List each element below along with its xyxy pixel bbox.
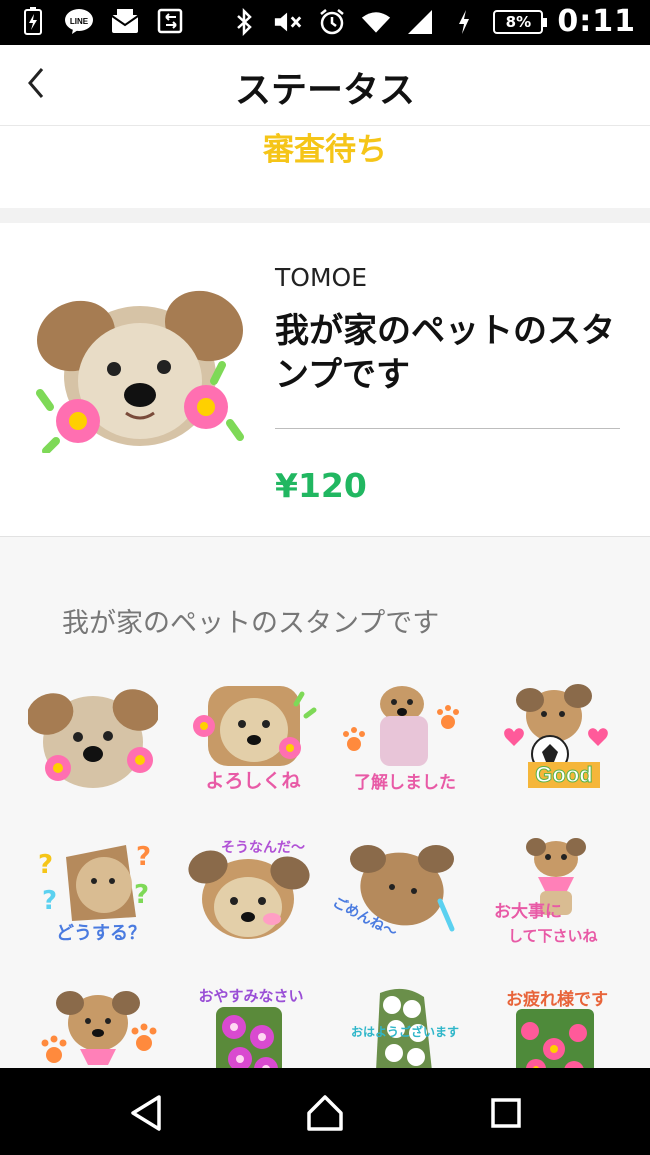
sticker-caption: 了解しました: [354, 773, 456, 793]
screen-share-icon: [156, 6, 186, 36]
sticker-caption-line2: して下さいね: [508, 927, 598, 945]
sticker-item[interactable]: [36, 987, 166, 1068]
sticker-item[interactable]: そうなんだ～: [186, 837, 316, 957]
review-status: 審査待ち: [263, 132, 387, 168]
battery-charging-icon: [18, 6, 48, 36]
sticker-item[interactable]: お大事に して下さいね: [494, 837, 624, 957]
nav-recents-button[interactable]: [481, 1088, 531, 1138]
sticker-item[interactable]: おはようございます: [340, 987, 470, 1068]
svg-text:LINE: LINE: [70, 17, 89, 26]
page-title: ステータス: [234, 70, 415, 111]
sticker-caption: お疲れ様です: [506, 990, 608, 1010]
triangle-back-icon: [131, 1095, 161, 1131]
info-divider: [275, 428, 620, 429]
sticker-caption: どうする？: [56, 923, 146, 944]
charging-bolt-icon: [449, 7, 479, 37]
package-description: 我が家のペットのスタンプです: [62, 608, 440, 639]
sticker-caption: よろしくね: [205, 770, 301, 792]
alarm-icon: [317, 7, 347, 37]
mail-icon: [110, 6, 140, 36]
sticker-caption: Good: [528, 762, 600, 788]
line-app-icon: LINE: [64, 6, 94, 36]
home-icon: [307, 1095, 343, 1131]
sticker-caption: お大事に: [494, 902, 562, 922]
section-divider: [0, 208, 650, 223]
sticker-item[interactable]: 了解しました: [340, 682, 470, 802]
svg-text:?: ?: [42, 886, 57, 916]
signal-icon: [405, 7, 435, 37]
main-sticker-image: [36, 281, 244, 455]
square-recents-icon: [491, 1098, 521, 1128]
sticker-item[interactable]: [28, 682, 158, 802]
sticker-grid-section: 我が家のペットのスタンプです よろしくね 了解しました Good ? ? ? ?…: [0, 537, 650, 1068]
bluetooth-icon: [229, 7, 259, 37]
review-status-section: 審査待ち: [0, 126, 650, 208]
author-name: TOMOE: [275, 263, 367, 292]
sticker-item[interactable]: Good: [496, 682, 626, 802]
sticker-package-info: TOMOE 我が家のペットのスタンプです ¥120: [0, 223, 650, 537]
app-header: ステータス: [0, 45, 650, 126]
system-navigation-bar: [0, 1068, 650, 1155]
package-price: ¥120: [275, 466, 367, 505]
battery-level: 8%: [493, 9, 548, 34]
sticker-item[interactable]: ? ? ? ? どうする？: [36, 837, 166, 957]
sticker-caption: そうなんだ～: [221, 840, 305, 856]
sticker-caption: おはようございます: [350, 1025, 459, 1039]
sticker-item[interactable]: よろしくね: [188, 682, 318, 802]
nav-back-button[interactable]: [120, 1088, 170, 1138]
svg-text:?: ?: [38, 850, 53, 880]
svg-text:?: ?: [134, 880, 149, 910]
svg-text:?: ?: [136, 842, 151, 872]
status-bar: LINE 8% 0:11: [0, 0, 650, 45]
nav-home-button[interactable]: [300, 1088, 350, 1138]
sticker-item[interactable]: ごめんね～: [330, 837, 470, 957]
sticker-caption: おやすみなさい: [198, 987, 304, 1005]
sticker-item[interactable]: おやすみなさい: [186, 987, 316, 1068]
mute-icon: [273, 7, 303, 37]
sticker-item[interactable]: お疲れ様です: [492, 987, 622, 1068]
wifi-icon: [361, 7, 391, 37]
package-title: 我が家のペットのスタンプです: [275, 311, 615, 395]
clock: 0:11: [557, 4, 636, 39]
